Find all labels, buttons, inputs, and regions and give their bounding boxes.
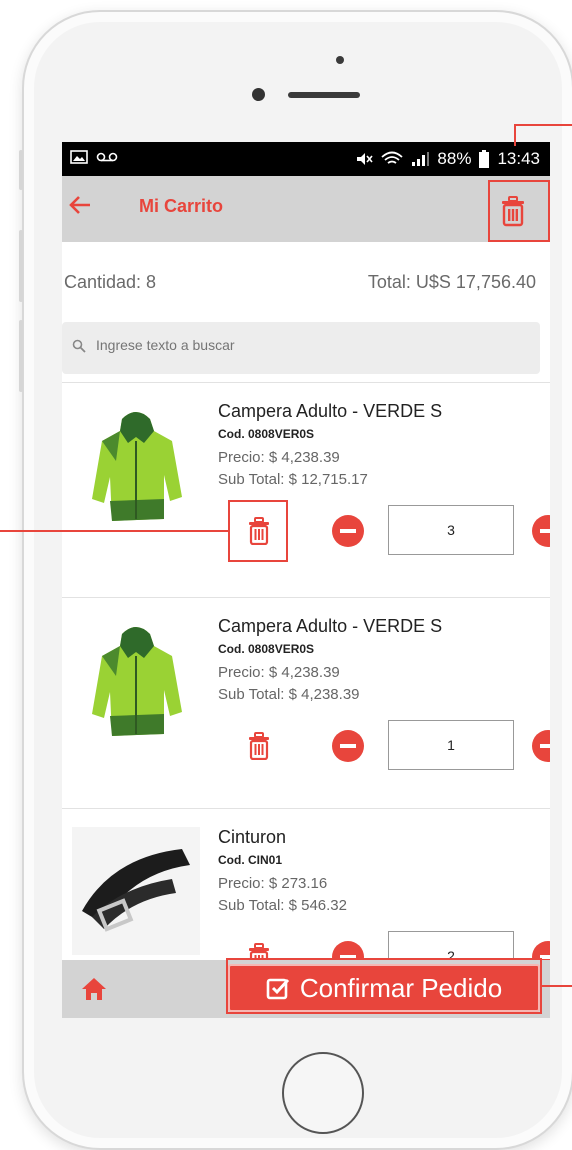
wifi-icon — [381, 151, 404, 164]
back-arrow-icon[interactable] — [68, 192, 92, 223]
status-bar: 88% 13:43 — [62, 142, 550, 176]
jacket-image — [92, 627, 182, 736]
mute-icon — [357, 153, 374, 165]
clock: 13:43 — [497, 149, 540, 168]
app-screen: 88% 13:43 Mi Carrito Cantidad: 8 Total: … — [62, 142, 550, 1018]
home-button[interactable] — [282, 1052, 364, 1134]
callout-line — [514, 124, 516, 146]
item-name: Campera Adulto - VERDE S — [218, 616, 443, 636]
item-code: Cod. 0808VER0S — [218, 642, 315, 656]
item-name: Cinturon — [218, 827, 287, 847]
page-title: Mi Carrito — [139, 196, 224, 216]
quantity-input[interactable] — [388, 505, 514, 555]
voicemail-icon — [96, 152, 118, 162]
decrease-quantity-button[interactable] — [332, 515, 364, 547]
volume-down-button — [19, 320, 23, 392]
item-subtotal: Sub Total: $ 546.32 — [218, 897, 347, 914]
volume-up-button — [19, 230, 23, 302]
jacket-image — [92, 412, 182, 521]
increase-quantity-button[interactable] — [532, 515, 550, 547]
item-code: Cod. 0808VER0S — [218, 427, 315, 441]
highlight-confirm — [226, 958, 542, 1014]
cart-item: Campera Adulto - VERDE S Cod. 0808VER0S … — [62, 597, 550, 810]
item-price: Precio: $ 4,238.39 — [218, 449, 340, 466]
earpiece-speaker — [288, 92, 360, 98]
battery-icon — [479, 150, 490, 168]
cart-quantity: Cantidad: 8 — [64, 272, 157, 292]
image-notification-icon — [70, 150, 88, 164]
item-price: Precio: $ 4,238.39 — [218, 664, 340, 681]
delete-item-icon[interactable] — [240, 726, 278, 766]
front-camera — [252, 88, 265, 101]
item-price: Precio: $ 273.16 — [218, 875, 328, 892]
mute-switch — [19, 150, 23, 190]
search-bar[interactable] — [62, 322, 540, 374]
item-name: Campera Adulto - VERDE S — [218, 401, 443, 421]
cart-total: Total: U$S 17,756.40 — [367, 272, 536, 292]
cart-item: Campera Adulto - VERDE S Cod. 0808VER0S … — [62, 382, 550, 595]
callout-line — [542, 985, 572, 987]
highlight-delete-item — [228, 500, 288, 562]
highlight-delete-all — [488, 180, 550, 242]
battery-percent: 88% — [437, 149, 472, 168]
belt-image — [72, 827, 200, 955]
search-icon — [72, 339, 86, 353]
quantity-input[interactable] — [388, 720, 514, 770]
decrease-quantity-button[interactable] — [332, 730, 364, 762]
item-subtotal: Sub Total: $ 12,715.17 — [218, 471, 368, 488]
proximity-sensor — [336, 56, 344, 64]
search-input[interactable] — [94, 336, 518, 354]
item-subtotal: Sub Total: $ 4,238.39 — [218, 686, 360, 703]
callout-line — [514, 124, 572, 126]
home-icon[interactable] — [80, 976, 108, 1002]
app-bar: Mi Carrito — [62, 176, 550, 242]
cart-summary: Cantidad: 8 Total: U$S 17,756.40 — [62, 242, 550, 314]
callout-line — [0, 530, 228, 532]
item-code: Cod. CIN01 — [218, 853, 283, 867]
signal-icon — [412, 152, 430, 166]
increase-quantity-button[interactable] — [532, 730, 550, 762]
